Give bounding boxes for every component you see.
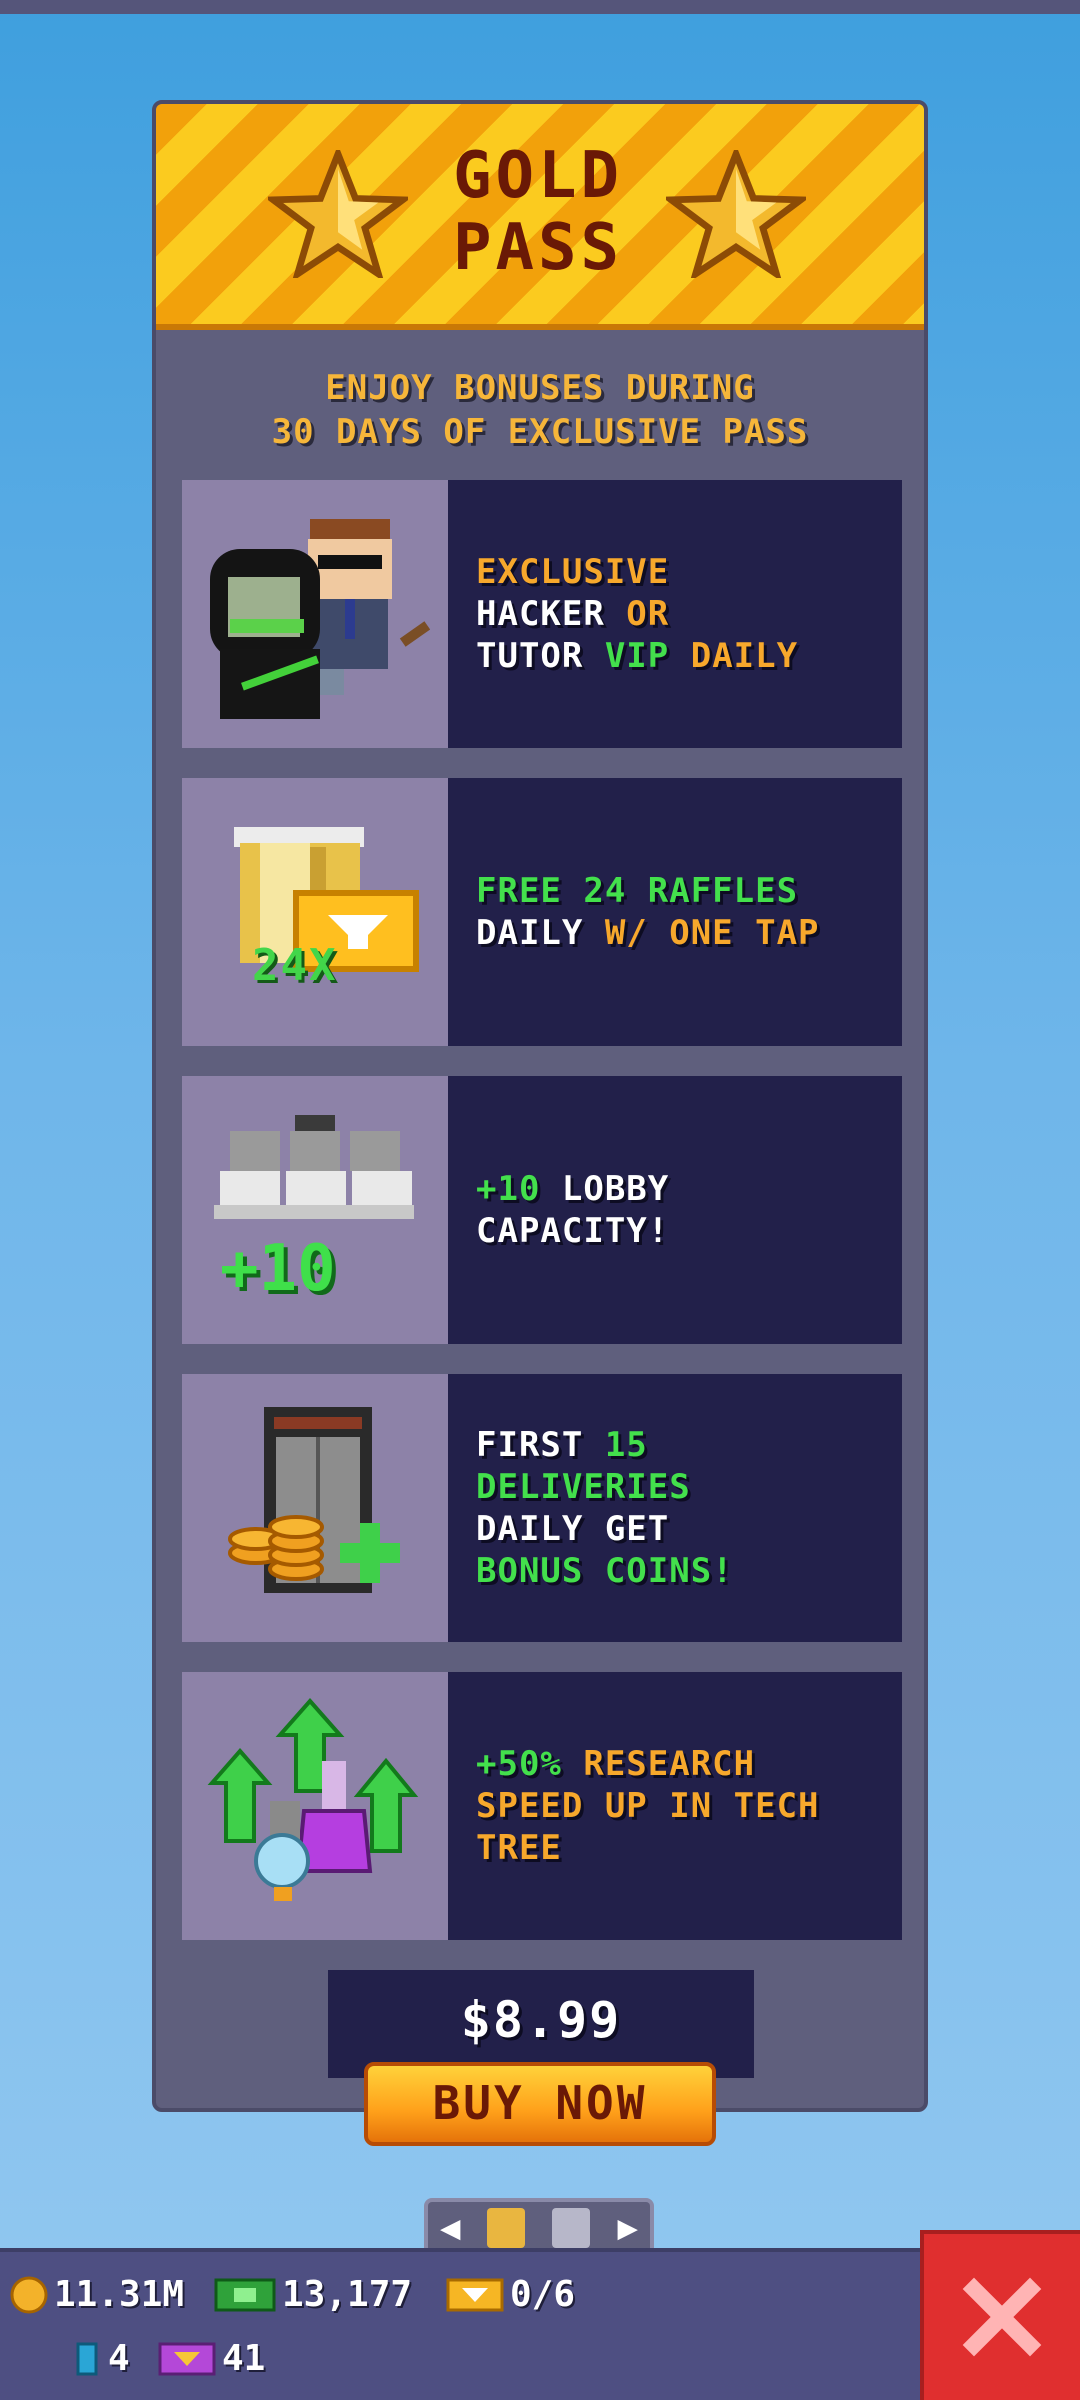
perk-text-line: DELIVERIES [476, 1466, 896, 1508]
close-icon [962, 2277, 1042, 2357]
top-status-strip [0, 0, 1080, 14]
pass-subtitle: ENJOY BONUSES DURING 30 DAYS OF EXCLUSIV… [271, 368, 809, 452]
perk-text-line: EXCLUSIVE [476, 551, 896, 593]
perk-text-line: FREE 24 RAFFLES [476, 870, 896, 912]
star-left-icon [268, 150, 408, 278]
perk-text-segment: TUTOR [476, 636, 605, 676]
tickets-value: 0/6 [510, 2274, 576, 2315]
perk-text-line: HACKER OR [476, 593, 896, 635]
star-right-icon [666, 150, 806, 278]
perk-text-segment: FREE 24 RAFFLES [476, 871, 799, 911]
perk-text-segment: VIP [604, 636, 691, 676]
perk-card-research: +50% RESEARCH SPEED UP IN TECH TREE [182, 1672, 902, 1940]
buy-now-button[interactable]: BUY NOW [364, 2062, 716, 2146]
perk-text-line: TUTOR VIP DAILY [476, 635, 896, 677]
perk-text-line: +50% RESEARCH [476, 1743, 896, 1785]
perk-text-segment: BONUS COINS! [476, 1551, 734, 1591]
perk-text-line: DAILY GET [476, 1508, 896, 1550]
coin-icon [10, 2276, 48, 2313]
perk-text-line: CAPACITY! [476, 1210, 896, 1252]
pager-prev-arrow[interactable]: ◀ [440, 2208, 460, 2248]
vip-tickets-value: 41 [222, 2338, 266, 2379]
gems-stat: 4 [72, 2338, 130, 2379]
perk-text-segment: DAILY [690, 636, 799, 676]
perk-text-segment: 15 [604, 1425, 648, 1465]
perk-card-lobby: +10 +10 LOBBY CAPACITY! [182, 1076, 902, 1344]
close-button[interactable] [920, 2230, 1080, 2400]
perk-text-segment: +10 [476, 1169, 562, 1209]
perk-text-segment: DAILY [476, 913, 605, 953]
perk-text-vip: EXCLUSIVE HACKER OR TUTOR VIP DAILY [476, 480, 896, 748]
perk-text-segment: W/ ONE TAP [604, 913, 820, 953]
ticket-icon [446, 2278, 504, 2311]
raffle-count-badge: 24X [252, 940, 338, 991]
resource-bar: 11.31M 13,177 0/6 4 41 [0, 2248, 1080, 2400]
perk-text-segment: CAPACITY! [476, 1211, 670, 1251]
lobby-bonus-badge: +10 [220, 1232, 336, 1306]
research-potions-icon [207, 1697, 419, 1901]
page-dot-gold[interactable] [487, 2208, 526, 2248]
cash-stat: 13,177 [214, 2274, 412, 2315]
perk-text-line: FIRST 15 [476, 1424, 896, 1466]
perk-card-deliveries: FIRST 15 DELIVERIES DAILY GET BONUS COINS! [182, 1374, 902, 1642]
perk-text-segment: SPEED UP IN TECH [476, 1786, 820, 1826]
raffle-tickets-icon [234, 827, 419, 972]
coins-value: 11.31M [54, 2274, 185, 2315]
perk-text-line: TREE [476, 1827, 896, 1869]
elevator-coins-icon [228, 1407, 400, 1593]
page-dot-silver[interactable] [552, 2208, 591, 2248]
banner-title: GOLD PASS [452, 139, 624, 285]
perk-text-segment: OR [626, 594, 670, 634]
gold-pass-panel: GOLD PASS ENJOY BONUSES DURING 30 DAYS O… [152, 100, 928, 2112]
perk-text-segment: TREE [476, 1828, 562, 1868]
perk-text-line: DAILY W/ ONE TAP [476, 912, 896, 954]
hacker-tutor-vip-icon [210, 519, 430, 719]
perk-card-raffles: 24X FREE 24 RAFFLES DAILY W/ ONE TAP [182, 778, 902, 1046]
coins-stat: 11.31M [10, 2274, 184, 2315]
cash-icon [214, 2278, 276, 2311]
perk-text-lobby: +10 LOBBY CAPACITY! [476, 1076, 896, 1344]
perk-text-segment: RESEARCH [583, 1744, 756, 1784]
gem-icon [76, 2342, 98, 2375]
perk-text-line: SPEED UP IN TECH [476, 1785, 896, 1827]
perk-text-segment: +50% [476, 1744, 584, 1784]
vip-ticket-icon [158, 2342, 216, 2375]
perk-text-segment: LOBBY [561, 1169, 670, 1209]
perk-card-vip: EXCLUSIVE HACKER OR TUTOR VIP DAILY [182, 480, 902, 748]
perk-text-research: +50% RESEARCH SPEED UP IN TECH TREE [476, 1672, 896, 1940]
cash-value: 13,177 [282, 2274, 413, 2315]
perk-text-line: +10 LOBBY [476, 1168, 896, 1210]
tickets-stat: 0/6 [446, 2274, 575, 2315]
perk-text-segment: EXCLUSIVE [476, 552, 670, 592]
perk-text-raffles: FREE 24 RAFFLES DAILY W/ ONE TAP [476, 778, 896, 1046]
gold-pass-banner: GOLD PASS [156, 104, 924, 330]
perk-text-segment: HACKER [476, 594, 627, 634]
perk-text-deliveries: FIRST 15 DELIVERIES DAILY GET BONUS COINS! [476, 1374, 896, 1642]
perk-text-line: BONUS COINS! [476, 1550, 896, 1592]
pager-next-arrow[interactable]: ▶ [617, 2208, 637, 2248]
page-selector: ◀ ▶ [424, 2198, 654, 2254]
vip-tickets-stat: 41 [158, 2338, 265, 2379]
gems-value: 4 [108, 2338, 130, 2379]
perk-text-segment: DAILY GET [476, 1509, 670, 1549]
perk-text-segment: FIRST [476, 1425, 605, 1465]
perk-text-segment: DELIVERIES [476, 1467, 691, 1507]
